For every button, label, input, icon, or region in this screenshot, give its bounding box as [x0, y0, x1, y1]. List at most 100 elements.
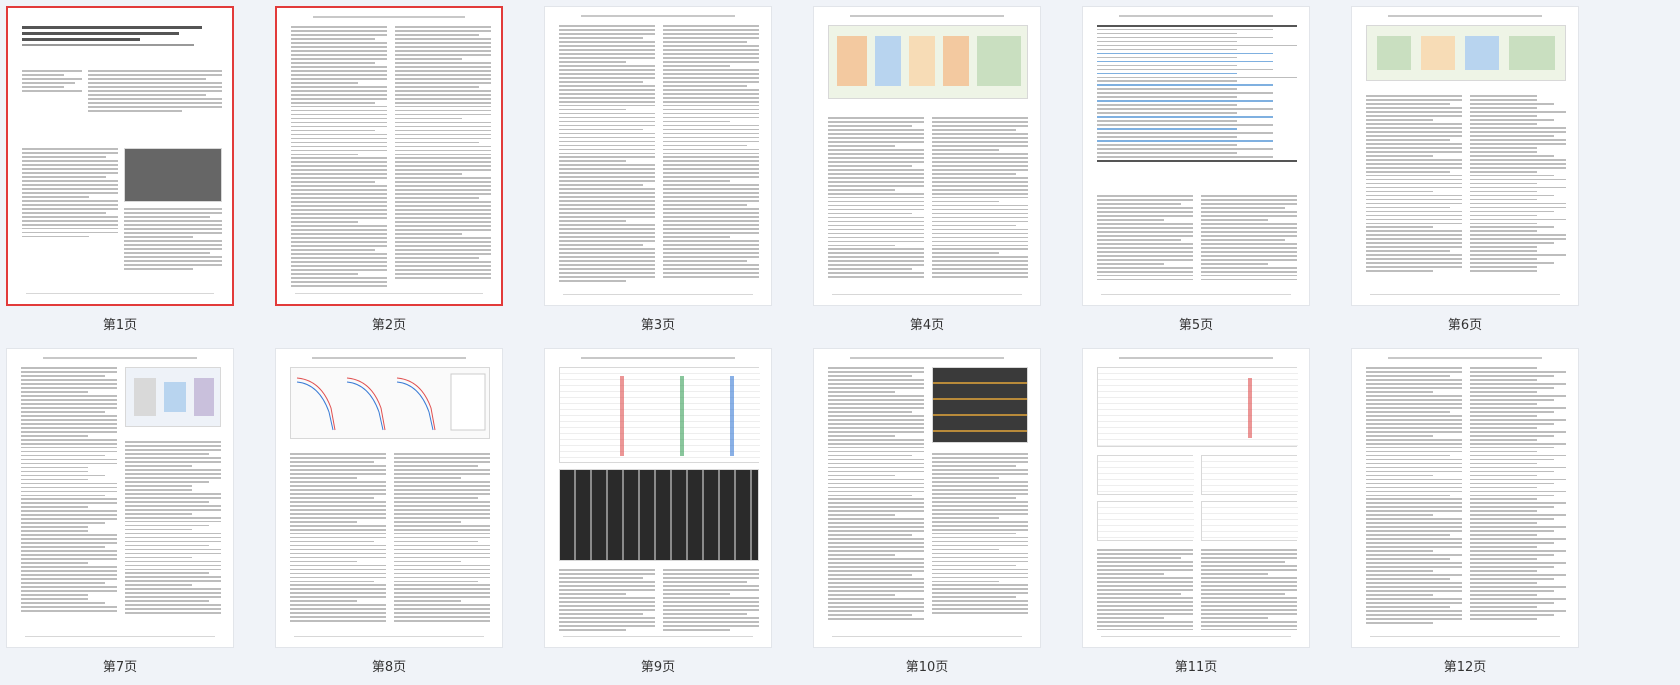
running-header	[850, 15, 1004, 17]
references-column	[1470, 367, 1566, 622]
page-thumbnail-5[interactable]: 第5页	[1082, 6, 1318, 336]
page-preview[interactable]	[813, 348, 1041, 648]
text-column-right	[663, 25, 759, 280]
page-preview[interactable]	[6, 348, 234, 648]
page-label: 第7页	[102, 660, 138, 675]
page-thumbnail-10[interactable]: 第10页	[813, 348, 1049, 678]
text-column-left	[559, 25, 655, 284]
page-preview[interactable]	[813, 6, 1041, 306]
text-column-left	[290, 453, 386, 624]
page-preview[interactable]	[275, 348, 503, 648]
text-column-left	[1366, 367, 1462, 626]
ablation-table	[1097, 367, 1298, 447]
page-thumbnail-1[interactable]: 第1页	[6, 6, 242, 336]
running-header	[1119, 357, 1273, 359]
page-footer-rule	[832, 636, 1022, 637]
page-footer-rule	[1370, 294, 1560, 295]
page-thumbnail-7[interactable]: 第7页	[6, 348, 242, 678]
page-preview[interactable]	[6, 6, 234, 306]
text-column-left	[21, 367, 117, 614]
page-thumbnail-9[interactable]: 第9页	[544, 348, 780, 678]
text-column-left	[559, 569, 655, 633]
page-label: 第10页	[905, 660, 949, 675]
text-column-right	[1470, 95, 1566, 274]
text-column-right	[125, 441, 221, 616]
figure-image	[124, 148, 222, 202]
page-thumbnail-11[interactable]: 第11页	[1082, 348, 1318, 678]
table-small-4	[1201, 501, 1298, 541]
page-footer-rule	[832, 294, 1022, 295]
running-header	[581, 15, 735, 17]
curve-plots	[296, 373, 486, 431]
table-small-3	[1097, 501, 1194, 541]
running-header	[312, 357, 466, 359]
page-footer-rule	[563, 636, 753, 637]
page-footer-rule	[563, 294, 753, 295]
text-column-left	[1366, 95, 1462, 274]
text-column-right	[394, 453, 490, 624]
page-thumbnail-6[interactable]: 第6页	[1351, 6, 1587, 336]
module-diagram	[1366, 25, 1566, 81]
text-column-right	[932, 453, 1028, 616]
page-label: 第9页	[640, 660, 676, 675]
page-label: 第2页	[371, 318, 407, 333]
page-label: 第11页	[1174, 660, 1218, 675]
text-column-left	[828, 117, 924, 280]
text-column-right	[124, 208, 222, 272]
page-preview[interactable]	[1082, 6, 1310, 306]
article-info-column	[22, 70, 82, 94]
page-thumbnail-4[interactable]: 第4页	[813, 6, 1049, 336]
paper-title-block	[22, 26, 218, 48]
page-footer-rule	[1101, 636, 1291, 637]
page-preview[interactable]	[275, 6, 503, 306]
page-footer-rule	[1370, 636, 1560, 637]
page-label: 第6页	[1447, 318, 1483, 333]
running-header	[43, 357, 197, 359]
text-column-right	[663, 569, 759, 633]
text-column-left	[1097, 195, 1193, 283]
table-small-2	[1201, 455, 1298, 495]
pr-curves-figure	[290, 367, 490, 439]
page-footer-rule	[26, 293, 214, 294]
text-column-left	[1097, 549, 1193, 633]
page-footer-rule	[25, 636, 215, 637]
page-preview[interactable]	[1082, 348, 1310, 648]
results-table	[559, 367, 760, 463]
page-thumbnail-2[interactable]: 第2页	[275, 6, 511, 336]
page-footer-rule	[1101, 294, 1291, 295]
page-preview[interactable]	[1351, 348, 1579, 648]
running-header	[850, 357, 1004, 359]
page-footer-rule	[294, 636, 484, 637]
page-thumbnail-12[interactable]: 第12页	[1351, 348, 1587, 678]
page-label: 第5页	[1178, 318, 1214, 333]
page-thumbnail-8[interactable]: 第8页	[275, 348, 511, 678]
page-preview[interactable]	[544, 348, 772, 648]
page-label: 第4页	[909, 318, 945, 333]
text-column-right	[395, 26, 491, 281]
running-header	[581, 357, 735, 359]
page-label: 第8页	[371, 660, 407, 675]
ablation-visual-figure	[932, 367, 1028, 443]
page-thumbnail-grid: 第1页 第2页 第3页 第4页 第5页 第6页 第7页 第8页 第9页 第10页…	[0, 0, 1680, 685]
text-column-right	[932, 117, 1028, 280]
page-label: 第3页	[640, 318, 676, 333]
text-column-left	[828, 367, 924, 622]
page-preview[interactable]	[544, 6, 772, 306]
text-column-left	[291, 26, 387, 289]
qualitative-comparison-figure	[559, 469, 759, 561]
page-label: 第12页	[1443, 660, 1487, 675]
text-column-right	[1201, 195, 1297, 283]
table-small-1	[1097, 455, 1194, 495]
architecture-diagram	[828, 25, 1028, 99]
page-footer-rule	[295, 293, 483, 294]
page-thumbnail-3[interactable]: 第3页	[544, 6, 780, 336]
page-label: 第1页	[102, 318, 138, 333]
text-column-right	[1201, 549, 1297, 633]
algorithm-block	[1097, 25, 1297, 164]
abstract-block	[88, 70, 222, 114]
running-header	[1388, 15, 1542, 17]
module-diagram	[125, 367, 221, 427]
running-header	[313, 16, 465, 18]
running-header	[1119, 15, 1273, 17]
page-preview[interactable]	[1351, 6, 1579, 306]
